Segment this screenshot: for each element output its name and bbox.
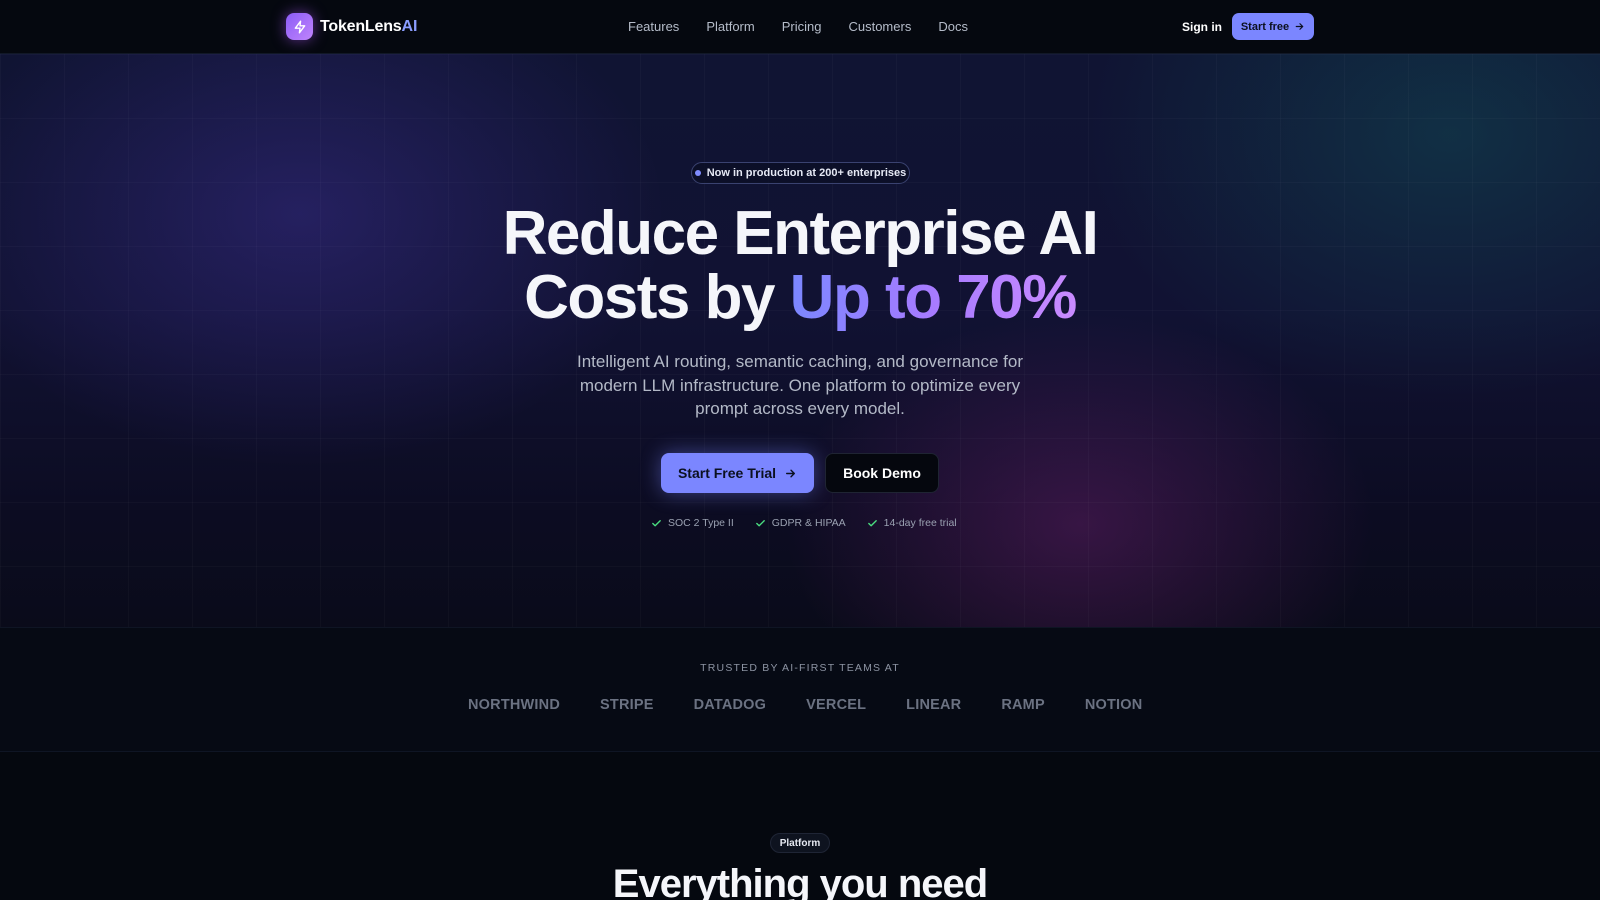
start-free-trial-button[interactable]: Start Free Trial — [661, 453, 814, 493]
platform-section-title: Everything you need — [612, 862, 988, 900]
compliance-badges: SOC 2 Type II GDPR & HIPAA 14-day free t… — [651, 517, 978, 529]
customer-logo-northwind: NORTHWIND — [468, 697, 561, 713]
check-icon — [651, 518, 662, 529]
top-nav: TokenLens AI Features Platform Pricing Cu… — [0, 0, 1600, 54]
customer-logo-linear: LINEAR — [906, 697, 962, 713]
customer-logo-notion: NOTION — [1084, 697, 1143, 713]
start-free-label: Start free — [1240, 20, 1290, 33]
platform-section-pill: Platform — [770, 833, 830, 853]
headline-highlight: Up to 70% — [789, 263, 1078, 332]
customer-logo-vercel: VERCEL — [806, 697, 867, 713]
nav-link-pricing[interactable]: Pricing — [782, 17, 822, 37]
badge-gdpr-hipaa: GDPR & HIPAA — [755, 517, 846, 529]
brand-accent: AI — [401, 17, 418, 35]
production-announcement-pill: Now in production at 200+ enterprises — [691, 162, 910, 184]
status-dot-icon — [694, 170, 701, 176]
nav-link-features[interactable]: Features — [628, 17, 679, 37]
headline-line-1: Reduce Enterprise AI — [502, 199, 1099, 268]
nav-link-customers[interactable]: Customers — [848, 17, 911, 37]
badge-free-trial: 14-day free trial — [867, 517, 957, 529]
customer-logos: NORTHWIND STRIPE DATADOG VERCEL LINEAR R… — [468, 697, 1182, 713]
customer-logo-datadog: DATADOG — [693, 697, 767, 713]
book-demo-button[interactable]: Book Demo — [825, 453, 939, 493]
brand-logo-link[interactable]: TokenLens AI — [286, 13, 417, 40]
customer-logo-stripe: STRIPE — [600, 697, 654, 713]
customer-logo-ramp: RAMP — [1001, 697, 1045, 713]
badge-soc2: SOC 2 Type II — [651, 517, 734, 529]
nav-links: Features Platform Pricing Customers Docs — [628, 17, 995, 37]
trusted-by-section: TRUSTED BY AI-FIRST TEAMS AT NORTHWIND S… — [0, 627, 1600, 752]
nav-link-platform[interactable]: Platform — [706, 17, 754, 37]
headline-line-2-prefix: Costs by — [524, 263, 790, 332]
brand-name: TokenLens — [320, 17, 402, 35]
badge-label: SOC 2 Type II — [668, 517, 734, 529]
start-free-trial-label: Start Free Trial — [677, 465, 777, 481]
check-icon — [755, 518, 766, 529]
hero-section: Now in production at 200+ enterprises Re… — [0, 54, 1600, 627]
nav-link-docs[interactable]: Docs — [938, 17, 968, 37]
hero-headline: Reduce Enterprise AI Costs by Up to 70% — [400, 202, 1200, 330]
bolt-icon — [286, 13, 313, 40]
sign-in-link[interactable]: Sign in — [1182, 18, 1222, 36]
start-free-button[interactable]: Start free — [1232, 13, 1314, 40]
badge-label: 14-day free trial — [883, 517, 957, 529]
hero-subheadline: Intelligent AI routing, semantic caching… — [576, 352, 1024, 418]
trusted-by-title: TRUSTED BY AI-FIRST TEAMS AT — [700, 662, 900, 674]
hero-grid-background — [0, 54, 1600, 627]
arrow-right-icon — [784, 467, 797, 480]
arrow-right-icon — [1294, 21, 1305, 32]
pill-text: Now in production at 200+ enterprises — [706, 167, 907, 179]
badge-label: GDPR & HIPAA — [771, 517, 846, 529]
check-icon — [867, 518, 878, 529]
